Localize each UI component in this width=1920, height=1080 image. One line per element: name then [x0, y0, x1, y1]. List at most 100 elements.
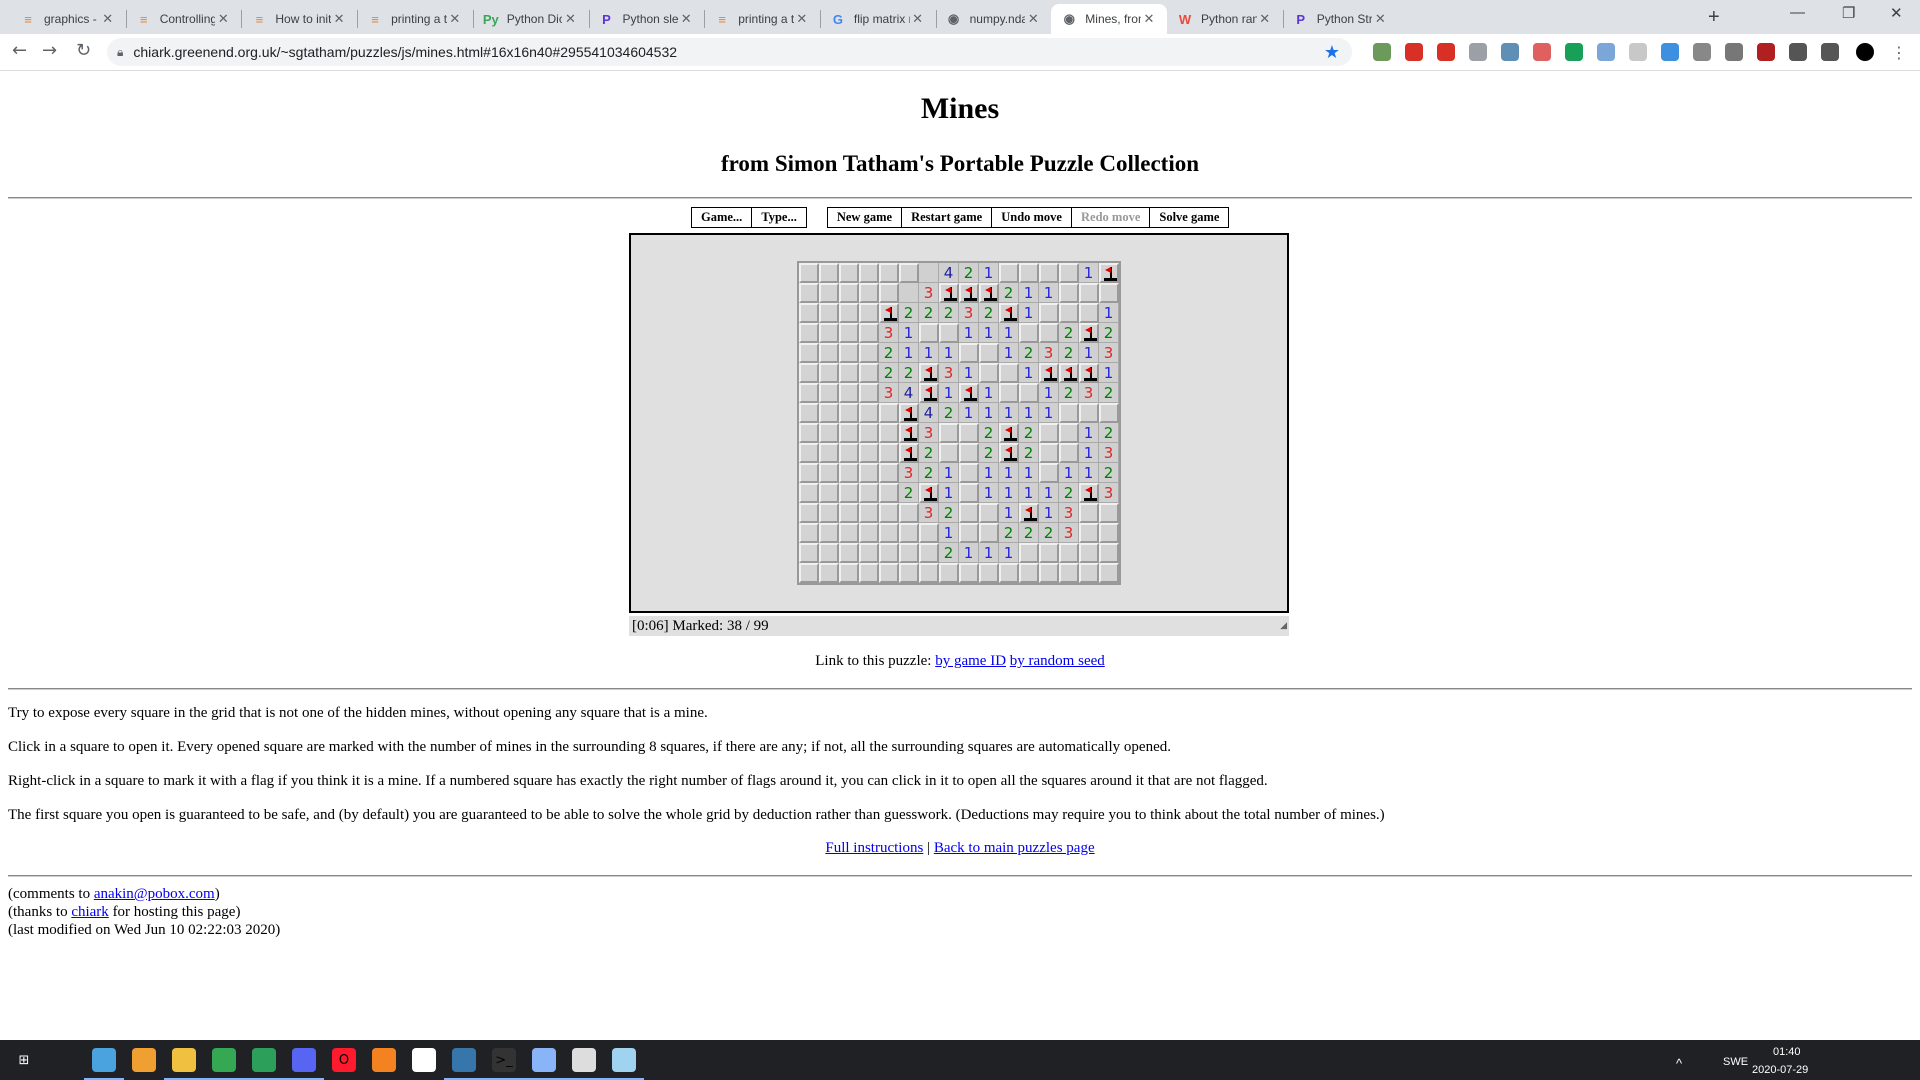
- number-cell[interactable]: 1: [1019, 463, 1039, 483]
- app-icon[interactable]: [532, 1048, 556, 1072]
- new-tab-button[interactable]: +: [1708, 6, 1720, 29]
- covered-cell[interactable]: [1059, 563, 1079, 583]
- discord-icon[interactable]: [292, 1048, 316, 1072]
- folder-icon[interactable]: [172, 1048, 196, 1072]
- puzzle-canvas[interactable]: 4211321122232113111122211112321322311134…: [629, 233, 1289, 613]
- covered-cell[interactable]: [879, 283, 899, 303]
- covered-cell[interactable]: [1059, 263, 1079, 283]
- covered-cell[interactable]: [1019, 543, 1039, 563]
- browser-tab[interactable]: ≡ Controlling m✕: [126, 4, 242, 34]
- covered-cell[interactable]: [859, 283, 879, 303]
- number-cell[interactable]: 2: [1059, 483, 1079, 503]
- extension-icon[interactable]: [1597, 43, 1615, 61]
- covered-cell[interactable]: [999, 383, 1019, 403]
- number-cell[interactable]: 2: [1059, 343, 1079, 363]
- extension-icon[interactable]: [1373, 43, 1391, 61]
- number-cell[interactable]: 1: [999, 483, 1019, 503]
- covered-cell[interactable]: [839, 483, 859, 503]
- covered-cell[interactable]: [939, 563, 959, 583]
- number-cell[interactable]: 1: [1019, 403, 1039, 423]
- number-cell[interactable]: 3: [919, 503, 939, 523]
- covered-cell[interactable]: [1059, 543, 1079, 563]
- covered-cell[interactable]: [819, 363, 839, 383]
- number-cell[interactable]: 1: [979, 483, 999, 503]
- covered-cell[interactable]: [959, 483, 979, 503]
- number-cell[interactable]: 3: [1039, 343, 1059, 363]
- tray-chevron-icon[interactable]: ^: [1676, 1056, 1682, 1071]
- covered-cell[interactable]: [1079, 503, 1099, 523]
- number-cell[interactable]: 3: [919, 283, 939, 303]
- number-cell[interactable]: 2: [979, 423, 999, 443]
- close-tab-icon[interactable]: ✕: [1257, 11, 1273, 27]
- covered-cell[interactable]: [979, 363, 999, 383]
- flagged-cell[interactable]: [939, 283, 959, 303]
- covered-cell[interactable]: [1019, 383, 1039, 403]
- covered-cell[interactable]: [839, 423, 859, 443]
- number-cell[interactable]: 2: [939, 303, 959, 323]
- bookmark-star-icon[interactable]: ★: [1324, 42, 1340, 63]
- covered-cell[interactable]: [799, 523, 819, 543]
- number-cell[interactable]: 2: [1099, 383, 1119, 403]
- number-cell[interactable]: 1: [1079, 263, 1099, 283]
- close-window-icon[interactable]: ✕: [1890, 4, 1903, 22]
- covered-cell[interactable]: [1079, 403, 1099, 423]
- flagged-cell[interactable]: [1079, 323, 1099, 343]
- number-cell[interactable]: 1: [1039, 383, 1059, 403]
- covered-cell[interactable]: [919, 543, 939, 563]
- number-cell[interactable]: 2: [899, 483, 919, 503]
- number-cell[interactable]: 3: [1059, 503, 1079, 523]
- browser-tab[interactable]: P Python String✕: [1283, 4, 1399, 34]
- mines-grid[interactable]: 4211321122232113111122211112321322311134…: [797, 261, 1121, 585]
- covered-cell[interactable]: [839, 363, 859, 383]
- number-cell[interactable]: 2: [959, 263, 979, 283]
- covered-cell[interactable]: [879, 423, 899, 443]
- covered-cell[interactable]: [919, 323, 939, 343]
- file-explorer-icon[interactable]: [92, 1048, 116, 1072]
- redo-move-button[interactable]: Redo move: [1071, 207, 1150, 228]
- number-cell[interactable]: 2: [1099, 423, 1119, 443]
- number-cell[interactable]: 1: [999, 403, 1019, 423]
- number-cell[interactable]: 1: [899, 343, 919, 363]
- xampp-icon[interactable]: [372, 1048, 396, 1072]
- browser-tab[interactable]: ≡ graphics - How✕: [10, 4, 126, 34]
- covered-cell[interactable]: [1059, 443, 1079, 463]
- covered-cell[interactable]: [1099, 503, 1119, 523]
- flagged-cell[interactable]: [979, 283, 999, 303]
- number-cell[interactable]: 2: [999, 283, 1019, 303]
- number-cell[interactable]: 2: [939, 403, 959, 423]
- browser-tab[interactable]: ≡ How to initializ✕: [241, 4, 357, 34]
- covered-cell[interactable]: [839, 443, 859, 463]
- number-cell[interactable]: 2: [939, 543, 959, 563]
- number-cell[interactable]: 2: [1019, 443, 1039, 463]
- number-cell[interactable]: 1: [1039, 283, 1059, 303]
- covered-cell[interactable]: [859, 423, 879, 443]
- flagged-cell[interactable]: [959, 283, 979, 303]
- flagged-cell[interactable]: [899, 443, 919, 463]
- number-cell[interactable]: 1: [919, 343, 939, 363]
- number-cell[interactable]: 4: [919, 403, 939, 423]
- clock-time[interactable]: 01:40: [1773, 1046, 1801, 1058]
- browser-tab[interactable]: ◉ numpy.ndarra✕: [936, 4, 1052, 34]
- number-cell[interactable]: 1: [959, 363, 979, 383]
- number-cell[interactable]: 1: [939, 463, 959, 483]
- covered-cell[interactable]: [939, 423, 959, 443]
- covered-cell[interactable]: [999, 263, 1019, 283]
- number-cell[interactable]: 1: [979, 543, 999, 563]
- covered-cell[interactable]: [1039, 463, 1059, 483]
- covered-cell[interactable]: [899, 523, 919, 543]
- covered-cell[interactable]: [839, 343, 859, 363]
- number-cell[interactable]: 1: [999, 463, 1019, 483]
- covered-cell[interactable]: [839, 323, 859, 343]
- number-cell[interactable]: 3: [939, 363, 959, 383]
- covered-cell[interactable]: [1039, 423, 1059, 443]
- flagged-cell[interactable]: [959, 383, 979, 403]
- number-cell[interactable]: 1: [1059, 463, 1079, 483]
- covered-cell[interactable]: [799, 543, 819, 563]
- covered-cell[interactable]: [1059, 283, 1079, 303]
- close-tab-icon[interactable]: ✕: [1025, 11, 1041, 27]
- flagged-cell[interactable]: [919, 383, 939, 403]
- covered-cell[interactable]: [1019, 263, 1039, 283]
- flagged-cell[interactable]: [999, 443, 1019, 463]
- number-cell[interactable]: 1: [1079, 343, 1099, 363]
- covered-cell[interactable]: [799, 263, 819, 283]
